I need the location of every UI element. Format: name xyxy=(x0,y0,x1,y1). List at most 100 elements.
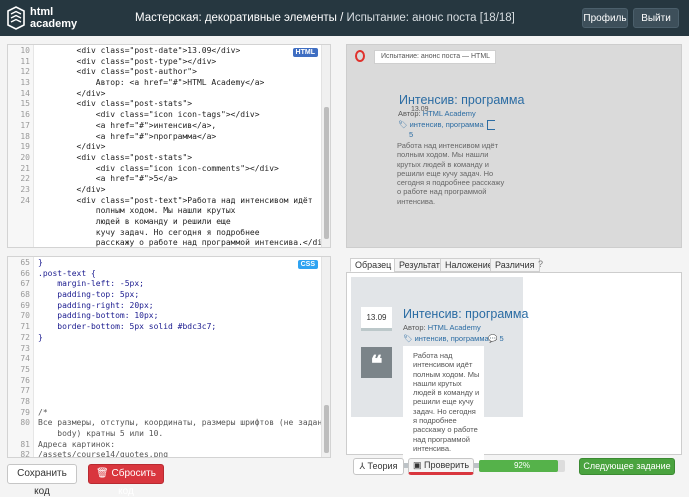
code-line[interactable]: 19 </div> xyxy=(8,142,320,153)
post-title[interactable]: Интенсив: программа xyxy=(399,93,524,107)
code-line[interactable]: 78 xyxy=(8,397,320,408)
code-line[interactable]: 66 .post-text { xyxy=(8,269,320,280)
reset-code-button[interactable]: 🗑 Сбросить код xyxy=(88,464,164,497)
line-text[interactable]: Адреса картинок: xyxy=(38,440,115,449)
line-text[interactable]: padding-right: 20px; xyxy=(38,301,153,310)
code-line[interactable]: 17 <a href="#">интенсив</a>, xyxy=(8,121,320,132)
tab-sample[interactable]: Образец xyxy=(350,258,397,272)
code-line[interactable]: 75 xyxy=(8,365,320,376)
tab-result[interactable]: Результат* xyxy=(394,257,448,272)
code-line[interactable]: 23 </div> xyxy=(8,185,320,196)
html-editor[interactable]: 10 <div class="post-date">13.09</div> 11 … xyxy=(7,44,331,248)
line-text[interactable]: полным ходом. Мы нашли крутых xyxy=(38,206,236,215)
code-line[interactable]: полным ходом. Мы нашли крутых xyxy=(8,206,320,217)
line-text[interactable]: </div> xyxy=(38,142,106,151)
code-line[interactable]: 79 /* xyxy=(8,408,320,419)
code-line[interactable]: 81 Адреса картинок: xyxy=(8,440,320,451)
line-text[interactable]: .post-text { xyxy=(38,269,96,278)
line-text[interactable]: кучу задач. Но сегодня я подробнее xyxy=(38,228,260,237)
line-text[interactable]: <a href="#">5</a> xyxy=(38,174,178,183)
post-tags[interactable]: 🏷 интенсив, программа xyxy=(403,334,489,343)
code-line[interactable]: 12 <div class="post-author"> xyxy=(8,67,320,78)
code-line[interactable]: 76 xyxy=(8,376,320,387)
code-line[interactable]: 15 <div class="post-stats"> xyxy=(8,99,320,110)
line-text[interactable]: margin-left: -5px; xyxy=(38,279,144,288)
line-text[interactable]: /assets/course14/quotes.png xyxy=(38,450,168,457)
post-text: Работа над интенсивом идёт полным ходом.… xyxy=(397,141,505,206)
code-line[interactable]: 24 <div class="post-text">Работа над инт… xyxy=(8,196,320,207)
line-text[interactable]: </div> xyxy=(38,185,106,194)
code-line[interactable]: 14 </div> xyxy=(8,89,320,100)
code-line[interactable]: 82/assets/course14/quotes.png xyxy=(8,450,320,457)
code-line[interactable]: 77 xyxy=(8,386,320,397)
profile-button[interactable]: Профиль xyxy=(582,8,628,28)
code-line[interactable]: 13 Автор: <a href="#">HTML Academy</a> xyxy=(8,78,320,89)
code-line[interactable]: 68 padding-top: 5px; xyxy=(8,290,320,301)
code-line[interactable]: 20 <div class="post-stats"> xyxy=(8,153,320,164)
line-text[interactable]: <div class="icon icon-comments"></div> xyxy=(38,164,279,173)
code-line[interactable]: расскажу о работе над программой интенси… xyxy=(8,238,327,247)
course-title[interactable]: Мастерская: декоративные элементы xyxy=(135,12,337,24)
tab-diff[interactable]: Различия xyxy=(490,258,540,272)
line-text[interactable]: Все размеры, отступы, координаты, размер… xyxy=(38,418,330,427)
line-text[interactable]: <div class="post-type"></div> xyxy=(38,57,217,66)
code-line[interactable]: 65} xyxy=(8,258,320,269)
line-text[interactable]: border-bottom: 5px solid #bdc3c7; xyxy=(38,322,216,331)
line-text[interactable]: /* xyxy=(38,408,48,417)
line-text[interactable]: padding-bottom: 10px; xyxy=(38,311,158,320)
code-line[interactable]: 69 padding-right: 20px; xyxy=(8,301,320,312)
theory-button[interactable]: ⅄ Теория xyxy=(353,458,404,475)
line-text[interactable]: <div class="post-stats"> xyxy=(38,153,193,162)
code-line[interactable]: 21 <div class="icon icon-comments"></div… xyxy=(8,164,320,175)
line-text[interactable]: <div class="post-date">13.09</div> xyxy=(38,46,241,55)
code-line[interactable]: 71 border-bottom: 5px solid #bdc3c7; xyxy=(8,322,320,333)
post-tags[interactable]: 🏷 интенсив, программа xyxy=(398,120,484,129)
code-line[interactable]: 73 xyxy=(8,344,320,355)
post-title[interactable]: Интенсив: программа xyxy=(403,307,528,321)
line-text[interactable]: Автор: <a href="#">HTML Academy</a> xyxy=(38,78,265,87)
line-text[interactable]: расскажу о работе над программой интенси… xyxy=(38,238,327,247)
html-editor-scrollbar[interactable] xyxy=(321,45,330,247)
scrollbar-thumb[interactable] xyxy=(324,405,329,453)
exit-button[interactable]: Выйти xyxy=(633,8,679,28)
css-editor-scrollbar[interactable] xyxy=(321,257,330,457)
code-line[interactable]: 18 <a href="#">программа</a> xyxy=(8,132,320,143)
code-line[interactable]: 70 padding-bottom: 10px; xyxy=(8,311,320,322)
check-button[interactable]: ▣ Проверить xyxy=(408,458,474,475)
code-line[interactable]: 80 Все размеры, отступы, координаты, разм… xyxy=(8,418,330,429)
line-text[interactable]: } xyxy=(38,258,43,267)
line-text[interactable]: людей в команду и решили еще xyxy=(38,217,231,226)
code-line[interactable]: 16 <div class="icon icon-tags"></div> xyxy=(8,110,320,121)
code-line[interactable]: 22 <a href="#">5</a> xyxy=(8,174,320,185)
code-line[interactable]: 67 margin-left: -5px; xyxy=(8,279,320,290)
htmlacademy-logo[interactable]: html academy xyxy=(6,5,116,31)
code-line[interactable]: кучу задач. Но сегодня я подробнее xyxy=(8,228,320,239)
author-link[interactable]: HTML Academy xyxy=(428,323,481,332)
line-text[interactable]: } xyxy=(38,333,43,342)
line-text[interactable]: <a href="#">программа</a> xyxy=(38,132,216,141)
help-link[interactable]: ? xyxy=(538,258,543,271)
save-code-button[interactable]: Сохранить код xyxy=(7,464,77,497)
next-task-button[interactable]: Следующее задание xyxy=(579,458,675,475)
line-text[interactable]: <a href="#">интенсив</a>, xyxy=(38,121,216,130)
code-line[interactable]: людей в команду и решили еще xyxy=(8,217,320,228)
code-line[interactable]: 74 xyxy=(8,354,320,365)
code-line[interactable]: body) кратны 5 или 10. xyxy=(8,429,320,440)
line-text[interactable]: padding-top: 5px; xyxy=(38,290,139,299)
code-line[interactable]: 10 <div class="post-date">13.09</div> xyxy=(8,46,320,57)
line-text[interactable]: </div> xyxy=(38,89,106,98)
line-text[interactable]: <div class="post-author"> xyxy=(38,67,197,76)
code-line[interactable]: 72} xyxy=(8,333,320,344)
post-comments[interactable]: 💬 5 xyxy=(488,334,504,343)
css-editor[interactable]: 65} 66 .post-text {67 margin-left: -5px; 68… xyxy=(7,256,331,458)
line-text[interactable]: <div class="icon icon-tags"></div> xyxy=(38,110,260,119)
line-text[interactable]: <div class="post-stats"> xyxy=(38,99,193,108)
html-code[interactable]: 10 <div class="post-date">13.09</div> 11 … xyxy=(8,45,327,247)
css-code[interactable]: 65} 66 .post-text {67 margin-left: -5px; 68… xyxy=(8,257,330,457)
line-text[interactable]: body) кратны 5 или 10. xyxy=(38,429,163,438)
code-line[interactable]: 11 <div class="post-type"></div> xyxy=(8,57,320,68)
comments-count[interactable]: 5 xyxy=(409,130,413,139)
scrollbar-thumb[interactable] xyxy=(324,107,329,239)
author-link[interactable]: HTML Academy xyxy=(423,109,476,118)
line-text[interactable]: <div class="post-text">Работа над интенс… xyxy=(38,196,313,205)
